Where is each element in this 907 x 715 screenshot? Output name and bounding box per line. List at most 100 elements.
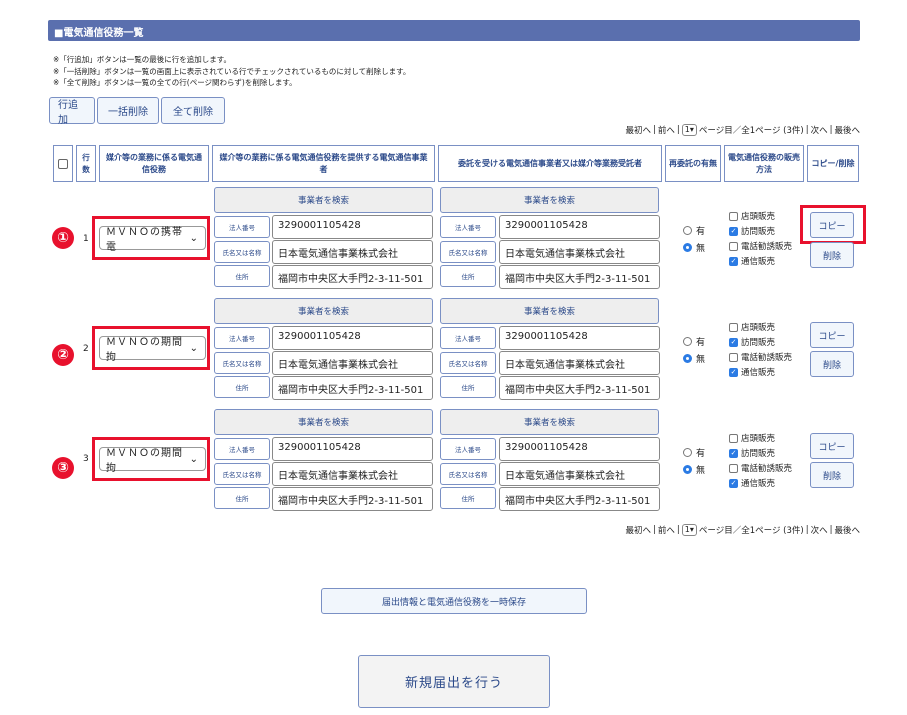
provider-search-button[interactable]: 事業者を検索 [214, 409, 433, 435]
pager-last-link[interactable]: 最後へ [834, 124, 860, 136]
provider-name-field[interactable]: 日本電気通信事業株式会社 [272, 351, 433, 375]
provider-name-field[interactable]: 日本電気通信事業株式会社 [272, 240, 433, 264]
header-copy-delete: コピー/削除 [807, 145, 859, 182]
method-checkbox[interactable]: 店頭販売 [729, 321, 775, 333]
consignee-search-button[interactable]: 事業者を検索 [440, 298, 659, 324]
provider-name-field[interactable]: 日本電気通信事業株式会社 [272, 462, 433, 486]
pager-page-info: ページ目／全1ページ (3件) [698, 526, 804, 536]
consignee-search-button[interactable]: 事業者を検索 [440, 409, 659, 435]
consignee-name-field[interactable]: 日本電気通信事業株式会社 [499, 240, 660, 264]
pager-top: 最初へ | 前へ | 1▾ ページ目／全1ページ (3件) | 次へ | 最後へ [626, 124, 860, 136]
provider-address-field[interactable]: 福岡市中央区大手門2-3-11-501 [272, 265, 433, 289]
reconsign-no-radio[interactable]: 無 [683, 352, 705, 365]
service-select[interactable]: ＭＶＮＯの期間拘 ⌄ [99, 336, 206, 363]
consignee-name-field[interactable]: 日本電気通信事業株式会社 [499, 462, 660, 486]
reconsign-no-radio[interactable]: 無 [683, 241, 705, 254]
pager-prev-link[interactable]: 前へ [658, 124, 675, 136]
reconsign-yes-radio[interactable]: 有 [683, 335, 705, 348]
reconsign-yes-radio[interactable]: 有 [683, 446, 705, 459]
checkbox-icon [729, 352, 738, 362]
provider-address-field[interactable]: 福岡市中央区大手門2-3-11-501 [272, 376, 433, 400]
method-checkbox[interactable]: ✓ 訪問販売 [729, 225, 775, 237]
submit-new-notification-button[interactable]: 新規届出を行う [358, 655, 550, 708]
pager-first-link[interactable]: 最初へ [626, 524, 652, 536]
pager-prev-link[interactable]: 前へ [658, 524, 675, 536]
pager-first-link[interactable]: 最初へ [626, 124, 652, 136]
method-checkbox[interactable]: ✓ 訪問販売 [729, 447, 775, 459]
provider-search-button[interactable]: 事業者を検索 [214, 298, 433, 324]
delete-button[interactable]: 削除 [810, 462, 854, 488]
checkbox-icon [729, 322, 738, 332]
method-label: 訪問販売 [741, 449, 776, 459]
page-select[interactable]: 1▾ [681, 124, 697, 136]
delete-all-button[interactable]: 全て削除 [161, 97, 225, 124]
radio-label: 無 [696, 466, 706, 476]
consignee-corp-no-field[interactable]: 3290001105428 [499, 326, 660, 350]
radio-icon [683, 337, 692, 346]
radio-label: 無 [696, 355, 706, 365]
consignee-address-field[interactable]: 福岡市中央区大手門2-3-11-501 [499, 376, 660, 400]
method-checkbox[interactable]: ✓ 通信販売 [729, 477, 775, 489]
chevron-down-icon: ▾ [689, 125, 694, 134]
method-label: 訪問販売 [741, 338, 776, 348]
pager-separator: | [653, 525, 656, 535]
consignee-address-field[interactable]: 福岡市中央区大手門2-3-11-501 [499, 487, 660, 511]
reconsign-no-radio[interactable]: 無 [683, 463, 705, 476]
copy-button[interactable]: コピー [810, 212, 854, 238]
method-checkbox[interactable]: ✓ 訪問販売 [729, 336, 775, 348]
provider-corp-no-field[interactable]: 3290001105428 [272, 215, 433, 239]
check-icon: ✓ [729, 448, 738, 458]
checkbox-icon [729, 211, 738, 221]
reconsign-yes-radio[interactable]: 有 [683, 224, 705, 237]
corp-no-label: 法人番号 [440, 216, 496, 238]
delete-button[interactable]: 削除 [810, 351, 854, 377]
copy-button[interactable]: コピー [810, 322, 854, 348]
table-row: ① 1 ＭＶＮＯの携帯電 ⌄ 事業者を検索 法人番号 3290001105428 … [48, 186, 866, 292]
service-select-value: ＭＶＮＯの携帯電 [106, 227, 183, 253]
note-line: ※「全て削除」ボタンは一覧の全ての行(ページ関わらず)を削除します。 [53, 78, 297, 87]
method-checkbox[interactable]: 電話勧誘販売 [729, 240, 792, 252]
consignee-search-button[interactable]: 事業者を検索 [440, 187, 659, 213]
provider-corp-no-field[interactable]: 3290001105428 [272, 437, 433, 461]
temp-save-button[interactable]: 届出情報と電気通信役務を一時保存 [321, 588, 587, 614]
delete-button[interactable]: 削除 [810, 242, 854, 268]
method-label: 電話勧誘販売 [741, 353, 793, 363]
consignee-corp-no-field[interactable]: 3290001105428 [499, 437, 660, 461]
service-select[interactable]: ＭＶＮＯの携帯電 ⌄ [99, 226, 206, 253]
address-label: 住所 [214, 487, 270, 509]
address-label: 住所 [440, 487, 496, 509]
method-checkbox[interactable]: 電話勧誘販売 [729, 462, 792, 474]
pager-page-info: ページ目／全1ページ (3件) [698, 126, 804, 136]
toolbar: 行追加 一括削除 全て削除 [49, 97, 225, 126]
copy-button[interactable]: コピー [810, 433, 854, 459]
pager-next-link[interactable]: 次へ [811, 524, 828, 536]
consignee-name-field[interactable]: 日本電気通信事業株式会社 [499, 351, 660, 375]
pager-last-link[interactable]: 最後へ [834, 524, 860, 536]
method-checkbox[interactable]: 店頭販売 [729, 432, 775, 444]
note-line: ※「一括削除」ボタンは一覧の画面上に表示されている行でチェックされているものに対… [53, 66, 411, 76]
service-select[interactable]: ＭＶＮＯの期間拘 ⌄ [99, 447, 206, 474]
bulk-delete-button[interactable]: 一括削除 [97, 97, 159, 124]
provider-address-field[interactable]: 福岡市中央区大手門2-3-11-501 [272, 487, 433, 511]
consignee-address-field[interactable]: 福岡市中央区大手門2-3-11-501 [499, 265, 660, 289]
method-checkbox[interactable]: ✓ 通信販売 [729, 255, 775, 267]
page-select[interactable]: 1▾ [681, 524, 697, 536]
provider-corp-no-field[interactable]: 3290001105428 [272, 326, 433, 350]
chevron-down-icon: ⌄ [189, 342, 199, 354]
check-icon: ✓ [729, 367, 738, 377]
pager-next-link[interactable]: 次へ [811, 124, 828, 136]
method-checkbox[interactable]: 店頭販売 [729, 210, 775, 222]
method-checkbox[interactable]: ✓ 通信販売 [729, 366, 775, 378]
corp-no-label: 法人番号 [214, 327, 270, 349]
consignee-corp-no-field[interactable]: 3290001105428 [499, 215, 660, 239]
table-row: ② 2 ＭＶＮＯの期間拘 ⌄ 事業者を検索 法人番号 3290001105428 … [48, 297, 860, 403]
check-icon: ✓ [729, 256, 738, 266]
select-all-checkbox[interactable] [58, 158, 68, 169]
chevron-down-icon: ⌄ [189, 453, 199, 465]
add-row-button[interactable]: 行追加 [49, 97, 95, 126]
method-checkbox[interactable]: 電話勧誘販売 [729, 351, 792, 363]
section-title: ■電気通信役務一覧 [48, 20, 860, 41]
header-sales-method: 電気通信役務の販売方法 [724, 145, 804, 182]
provider-search-button[interactable]: 事業者を検索 [214, 187, 433, 213]
method-label: 電話勧誘販売 [741, 242, 793, 252]
